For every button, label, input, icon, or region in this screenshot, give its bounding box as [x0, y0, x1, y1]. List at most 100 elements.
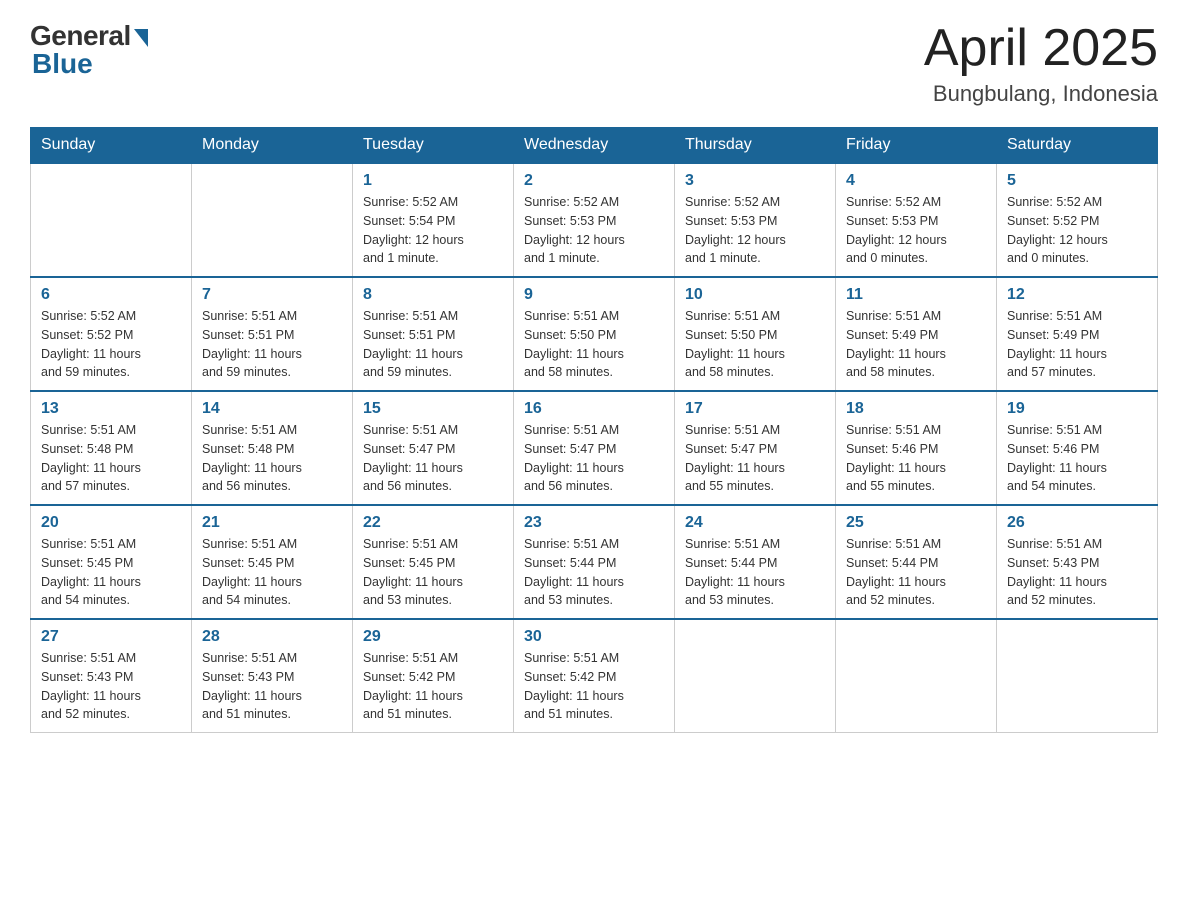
- title-section: April 2025 Bungbulang, Indonesia: [924, 20, 1158, 107]
- calendar-cell: 6Sunrise: 5:52 AMSunset: 5:52 PMDaylight…: [31, 277, 192, 391]
- day-number: 11: [846, 286, 986, 304]
- day-info: Sunrise: 5:51 AMSunset: 5:42 PMDaylight:…: [363, 649, 503, 724]
- day-info: Sunrise: 5:51 AMSunset: 5:51 PMDaylight:…: [363, 307, 503, 382]
- calendar-cell: 28 Sunrise: 5:51 AMSunset: 5:43 PMDayligh…: [192, 619, 353, 733]
- calendar-cell: [31, 163, 192, 277]
- logo-arrow-icon: [134, 29, 148, 47]
- calendar-cell: 2 Sunrise: 5:52 AMSunset: 5:53 PMDaylight…: [514, 163, 675, 277]
- day-number: 15: [363, 400, 503, 418]
- day-info: Sunrise: 5:51 AMSunset: 5:44 PMDaylight:…: [846, 535, 986, 610]
- day-info: Sunrise: 5:52 AMSunset: 5:52 PMDaylight:…: [1007, 193, 1147, 268]
- day-info: Sunrise: 5:51 AMSunset: 5:45 PMDaylight:…: [202, 535, 342, 610]
- day-info: Sunrise: 5:51 AMSunset: 5:48 PMDaylight:…: [41, 421, 181, 496]
- day-info: Sunrise: 5:52 AMSunset: 5:53 PMDaylight:…: [846, 193, 986, 268]
- calendar-cell: [997, 619, 1158, 733]
- day-info: Sunrise: 5:51 AMSunset: 5:49 PMDaylight:…: [1007, 307, 1147, 382]
- day-info: Sunrise: 5:51 AMSunset: 5:49 PMDaylight:…: [846, 307, 986, 382]
- calendar-cell: 19Sunrise: 5:51 AMSunset: 5:46 PMDayligh…: [997, 391, 1158, 505]
- day-info: Sunrise: 5:51 AMSunset: 5:47 PMDaylight:…: [363, 421, 503, 496]
- day-number: 26: [1007, 514, 1147, 532]
- day-info: Sunrise: 5:52 AMSunset: 5:54 PMDaylight:…: [363, 193, 503, 268]
- calendar-cell: 27Sunrise: 5:51 AMSunset: 5:43 PMDayligh…: [31, 619, 192, 733]
- day-of-week-header: Friday: [836, 128, 997, 164]
- day-info: Sunrise: 5:52 AMSunset: 5:53 PMDaylight:…: [524, 193, 664, 268]
- calendar-cell: 14 Sunrise: 5:51 AMSunset: 5:48 PMDayligh…: [192, 391, 353, 505]
- location: Bungbulang, Indonesia: [924, 81, 1158, 107]
- calendar-cell: 16Sunrise: 5:51 AMSunset: 5:47 PMDayligh…: [514, 391, 675, 505]
- calendar-cell: 15 Sunrise: 5:51 AMSunset: 5:47 PMDayligh…: [353, 391, 514, 505]
- day-info: Sunrise: 5:52 AMSunset: 5:53 PMDaylight:…: [685, 193, 825, 268]
- day-number: 1: [363, 172, 503, 190]
- day-of-week-header: Wednesday: [514, 128, 675, 164]
- day-of-week-header: Thursday: [675, 128, 836, 164]
- day-number: 8: [363, 286, 503, 304]
- day-number: 9: [524, 286, 664, 304]
- day-number: 14: [202, 400, 342, 418]
- day-number: 21: [202, 514, 342, 532]
- day-info: Sunrise: 5:51 AMSunset: 5:44 PMDaylight:…: [685, 535, 825, 610]
- day-number: 24: [685, 514, 825, 532]
- day-info: Sunrise: 5:51 AMSunset: 5:43 PMDaylight:…: [202, 649, 342, 724]
- day-number: 19: [1007, 400, 1147, 418]
- day-info: Sunrise: 5:51 AMSunset: 5:48 PMDaylight:…: [202, 421, 342, 496]
- day-number: 3: [685, 172, 825, 190]
- day-number: 29: [363, 628, 503, 646]
- day-info: Sunrise: 5:51 AMSunset: 5:51 PMDaylight:…: [202, 307, 342, 382]
- logo-blue-text: Blue: [32, 48, 93, 80]
- calendar-cell: 7 Sunrise: 5:51 AMSunset: 5:51 PMDaylight…: [192, 277, 353, 391]
- day-number: 23: [524, 514, 664, 532]
- day-info: Sunrise: 5:51 AMSunset: 5:47 PMDaylight:…: [524, 421, 664, 496]
- day-number: 30: [524, 628, 664, 646]
- day-number: 12: [1007, 286, 1147, 304]
- week-row: 1 Sunrise: 5:52 AMSunset: 5:54 PMDaylight…: [31, 163, 1158, 277]
- day-number: 7: [202, 286, 342, 304]
- day-of-week-header: Tuesday: [353, 128, 514, 164]
- day-number: 10: [685, 286, 825, 304]
- calendar-cell: 13 Sunrise: 5:51 AMSunset: 5:48 PMDayligh…: [31, 391, 192, 505]
- day-number: 4: [846, 172, 986, 190]
- week-row: 6Sunrise: 5:52 AMSunset: 5:52 PMDaylight…: [31, 277, 1158, 391]
- day-info: Sunrise: 5:52 AMSunset: 5:52 PMDaylight:…: [41, 307, 181, 382]
- day-info: Sunrise: 5:51 AMSunset: 5:46 PMDaylight:…: [846, 421, 986, 496]
- header-row: SundayMondayTuesdayWednesdayThursdayFrid…: [31, 128, 1158, 164]
- calendar-cell: 20 Sunrise: 5:51 AMSunset: 5:45 PMDayligh…: [31, 505, 192, 619]
- day-info: Sunrise: 5:51 AMSunset: 5:44 PMDaylight:…: [524, 535, 664, 610]
- day-number: 5: [1007, 172, 1147, 190]
- day-number: 20: [41, 514, 181, 532]
- logo: General Blue: [30, 20, 148, 80]
- calendar-cell: 1 Sunrise: 5:52 AMSunset: 5:54 PMDaylight…: [353, 163, 514, 277]
- calendar-cell: 25 Sunrise: 5:51 AMSunset: 5:44 PMDayligh…: [836, 505, 997, 619]
- day-of-week-header: Monday: [192, 128, 353, 164]
- day-number: 17: [685, 400, 825, 418]
- calendar-cell: 3 Sunrise: 5:52 AMSunset: 5:53 PMDaylight…: [675, 163, 836, 277]
- day-number: 22: [363, 514, 503, 532]
- day-number: 27: [41, 628, 181, 646]
- calendar-cell: 12 Sunrise: 5:51 AMSunset: 5:49 PMDayligh…: [997, 277, 1158, 391]
- calendar-cell: 8 Sunrise: 5:51 AMSunset: 5:51 PMDaylight…: [353, 277, 514, 391]
- calendar-cell: 30Sunrise: 5:51 AMSunset: 5:42 PMDayligh…: [514, 619, 675, 733]
- calendar-cell: [836, 619, 997, 733]
- calendar-cell: 23 Sunrise: 5:51 AMSunset: 5:44 PMDayligh…: [514, 505, 675, 619]
- day-of-week-header: Saturday: [997, 128, 1158, 164]
- calendar-cell: 26Sunrise: 5:51 AMSunset: 5:43 PMDayligh…: [997, 505, 1158, 619]
- day-number: 28: [202, 628, 342, 646]
- calendar-cell: 29 Sunrise: 5:51 AMSunset: 5:42 PMDayligh…: [353, 619, 514, 733]
- month-title: April 2025: [924, 20, 1158, 77]
- day-info: Sunrise: 5:51 AMSunset: 5:47 PMDaylight:…: [685, 421, 825, 496]
- day-info: Sunrise: 5:51 AMSunset: 5:50 PMDaylight:…: [524, 307, 664, 382]
- week-row: 20 Sunrise: 5:51 AMSunset: 5:45 PMDayligh…: [31, 505, 1158, 619]
- day-info: Sunrise: 5:51 AMSunset: 5:45 PMDaylight:…: [363, 535, 503, 610]
- calendar-cell: 5 Sunrise: 5:52 AMSunset: 5:52 PMDaylight…: [997, 163, 1158, 277]
- calendar-cell: 24 Sunrise: 5:51 AMSunset: 5:44 PMDayligh…: [675, 505, 836, 619]
- day-number: 25: [846, 514, 986, 532]
- week-row: 27 Sunrise: 5:51 AMSunset: 5:43 PMDayligh…: [31, 619, 1158, 733]
- day-number: 18: [846, 400, 986, 418]
- day-info: Sunrise: 5:51 AMSunset: 5:50 PMDaylight:…: [685, 307, 825, 382]
- calendar-cell: 18 Sunrise: 5:51 AMSunset: 5:46 PMDayligh…: [836, 391, 997, 505]
- day-number: 13: [41, 400, 181, 418]
- week-row: 13 Sunrise: 5:51 AMSunset: 5:48 PMDayligh…: [31, 391, 1158, 505]
- day-number: 2: [524, 172, 664, 190]
- calendar-cell: 10 Sunrise: 5:51 AMSunset: 5:50 PMDayligh…: [675, 277, 836, 391]
- day-of-week-header: Sunday: [31, 128, 192, 164]
- day-info: Sunrise: 5:51 AMSunset: 5:45 PMDaylight:…: [41, 535, 181, 610]
